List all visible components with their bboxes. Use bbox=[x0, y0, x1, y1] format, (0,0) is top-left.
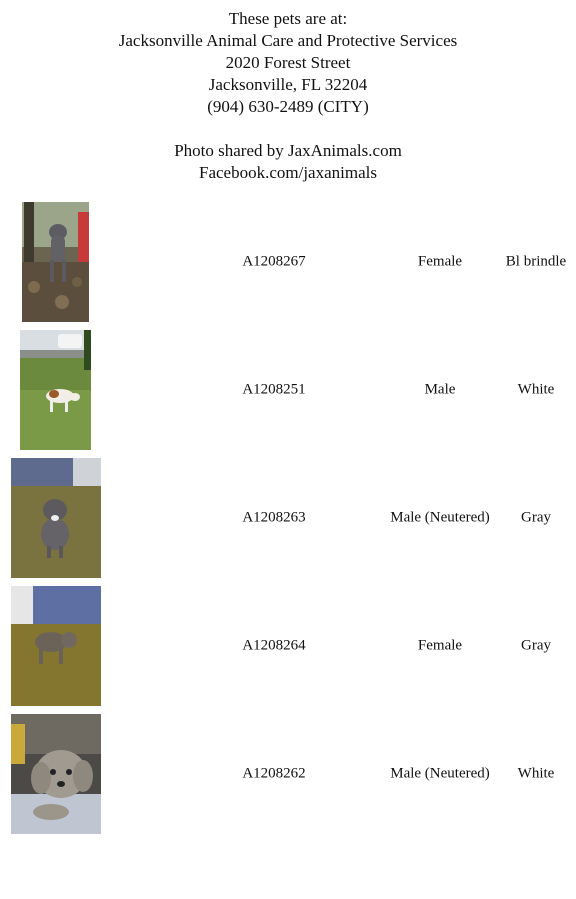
pet-sex: Male bbox=[424, 381, 456, 398]
pet-id: A1208263 bbox=[242, 509, 306, 526]
pet-photo[interactable] bbox=[11, 586, 101, 706]
shelter-phone: (904) 630-2489 (CITY) bbox=[207, 97, 369, 116]
pet-row: A1208264 Female Gray bbox=[0, 586, 576, 706]
pet-id: A1208251 bbox=[242, 381, 306, 398]
photo-credit: Photo shared by JaxAnimals.com bbox=[174, 141, 402, 160]
pet-photo[interactable] bbox=[11, 714, 101, 834]
pet-id: A1208264 bbox=[242, 637, 306, 654]
pet-color: White bbox=[517, 765, 555, 782]
pet-row: A1208263 Male (Neutered) Gray bbox=[0, 458, 576, 578]
pet-row: A1208267 Female Bl brindle bbox=[0, 202, 576, 322]
pet-id: A1208262 bbox=[242, 765, 306, 782]
shelter-street: 2020 Forest Street bbox=[225, 53, 351, 72]
pet-sex: Male (Neutered) bbox=[390, 509, 490, 526]
pet-sex: Female bbox=[417, 253, 463, 270]
pet-sex: Female bbox=[417, 637, 463, 654]
pet-id: A1208267 bbox=[242, 253, 306, 270]
shelter-city: Jacksonville, FL 32204 bbox=[208, 75, 368, 94]
pet-color: White bbox=[517, 381, 555, 398]
pet-row: A1208251 Male White bbox=[0, 330, 576, 450]
header-intro: These pets are at: bbox=[228, 9, 348, 28]
header-spacer bbox=[0, 118, 576, 140]
pet-photo[interactable] bbox=[22, 202, 89, 322]
pet-color: Bl brindle bbox=[505, 253, 567, 270]
pet-color: Gray bbox=[521, 637, 551, 654]
pet-photo[interactable] bbox=[11, 458, 101, 578]
shelter-info-header: These pets are at: Jacksonville Animal C… bbox=[0, 8, 576, 184]
pet-sex: Male (Neutered) bbox=[390, 765, 490, 782]
shelter-name: Jacksonville Animal Care and Protective … bbox=[118, 31, 458, 50]
pet-color: Gray bbox=[521, 509, 551, 526]
facebook-link[interactable]: Facebook.com/jaxanimals bbox=[0, 162, 576, 184]
pet-row: A1208262 Male (Neutered) White bbox=[0, 714, 576, 834]
pet-photo[interactable] bbox=[20, 330, 91, 450]
